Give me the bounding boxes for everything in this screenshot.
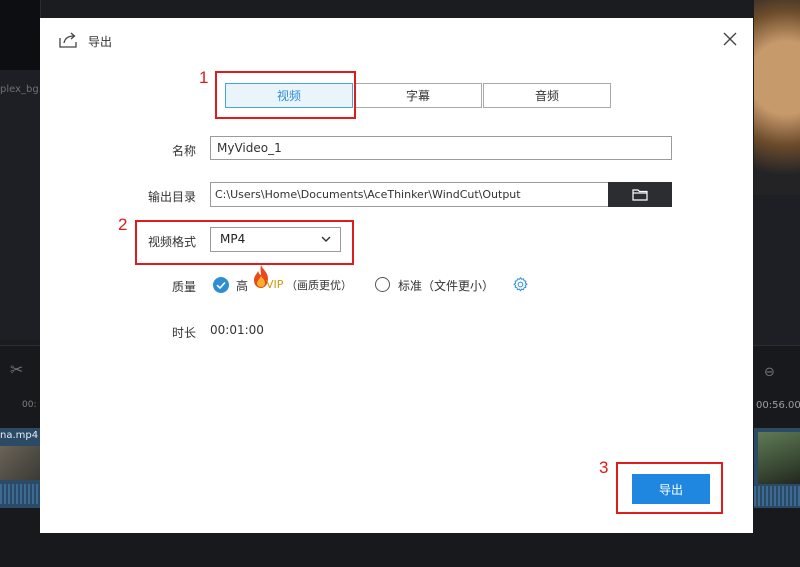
vip-badge: VIP — [266, 278, 284, 291]
quality-standard-radio[interactable] — [375, 277, 390, 292]
vip-note: （画质更优） — [286, 279, 352, 292]
tab-subtitle[interactable]: 字幕 — [354, 83, 482, 108]
quality-high-label: 高 — [236, 279, 249, 293]
quality-high-radio[interactable] — [213, 277, 229, 293]
annotation-number-3: 3 — [599, 458, 609, 477]
media-thumbnail — [0, 0, 40, 70]
preview-video — [754, 0, 800, 195]
clip-name: na.mp4 — [0, 430, 39, 441]
annotation-number-2: 2 — [118, 215, 128, 234]
annotation-box-export — [616, 462, 723, 514]
audio-waveform — [754, 486, 800, 506]
quality-standard-label: 标准（文件更小） — [398, 279, 495, 293]
close-icon[interactable] — [722, 31, 738, 47]
media-panel — [0, 0, 41, 340]
preview-panel — [754, 195, 800, 345]
quality-label: 质量 — [171, 280, 196, 294]
annotation-number-1: 1 — [199, 68, 209, 87]
name-label: 名称 — [171, 144, 196, 158]
export-dialog: 导出 视频 字幕 音频 名称 MyVideo_1 输出目录 C:\Users\H… — [40, 18, 753, 533]
duration-value: 00:01:00 — [210, 323, 264, 337]
annotation-box-tabs — [215, 71, 356, 119]
name-input[interactable]: MyVideo_1 — [210, 136, 672, 160]
export-icon — [59, 32, 77, 48]
browse-folder-button[interactable] — [608, 182, 672, 207]
clip-thumbnail — [758, 432, 800, 484]
scissors-icon[interactable]: ✂ — [10, 360, 23, 379]
output-dir-label: 输出目录 — [147, 190, 196, 204]
dialog-title: 导出 — [88, 35, 113, 49]
duration-label: 时长 — [171, 326, 196, 340]
dialog-header: 导出 — [40, 18, 753, 62]
timeline-clip-right[interactable] — [754, 428, 800, 508]
annotation-box-format — [135, 220, 354, 265]
clip-thumbnail — [0, 446, 40, 480]
output-dir-input[interactable]: C:\Users\Home\Documents\AceThinker\WindC… — [210, 182, 608, 207]
zoom-out-icon[interactable]: ⊖ — [764, 365, 775, 380]
timeline-timestamp-start: 00: — [22, 400, 37, 410]
timeline-timestamp-end: 00:56.00 — [756, 400, 800, 411]
folder-icon — [632, 189, 648, 201]
audio-waveform — [0, 484, 40, 504]
tab-audio[interactable]: 音频 — [483, 83, 611, 108]
gear-icon[interactable] — [512, 276, 529, 293]
timeline-clip[interactable]: na.mp4 — [0, 428, 40, 508]
checkmark-icon — [216, 281, 226, 290]
